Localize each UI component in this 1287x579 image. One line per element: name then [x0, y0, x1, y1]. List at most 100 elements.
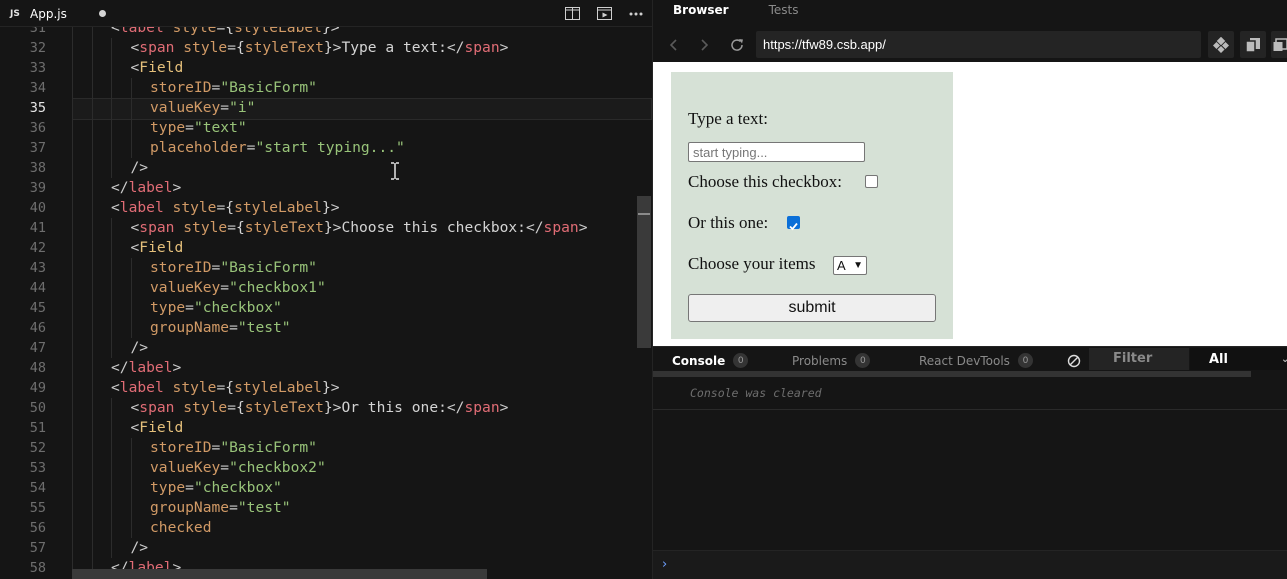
preview-viewport[interactable]: Type a text: Choose this checkbox: Or th… [653, 62, 1287, 346]
code-line[interactable]: 37 placeholder="start typing..." [0, 138, 652, 158]
code-line[interactable]: 41 <span style={styleText}>Choose this ch… [0, 218, 652, 238]
file-tab-app-js[interactable]: JS App.js [0, 0, 118, 27]
tab-react-devtools[interactable]: React DevTools 0 [919, 353, 1033, 368]
indent-guide [91, 138, 93, 158]
checkbox1[interactable] [865, 175, 878, 188]
code-line[interactable]: 50 <span style={styleText}>Or this one:</… [0, 398, 652, 418]
code-token: "start typing..." [255, 139, 405, 156]
code-line[interactable]: 42 <Field [0, 238, 652, 258]
code-area[interactable]: 31 <label style={styleLabel}> 32 <span styl… [0, 18, 652, 579]
code-line[interactable]: 55 groupName="test" [0, 498, 652, 518]
console-horizontal-scrollbar[interactable] [653, 371, 1251, 377]
editor-vertical-scroll-thumb[interactable] [637, 196, 651, 348]
code-token: groupName [150, 319, 230, 336]
indent-guide [72, 118, 73, 138]
code-line[interactable]: 57 /> [0, 538, 652, 558]
clear-console-icon[interactable] [1067, 353, 1081, 368]
indent-guide [72, 378, 73, 398]
code-line[interactable]: 51 <Field [0, 418, 652, 438]
code-token: > [172, 179, 182, 196]
indent-guide [91, 478, 93, 498]
items-select[interactable]: A ▼ [833, 256, 867, 275]
indent-guide [130, 318, 132, 338]
indent-guide [91, 198, 93, 218]
indent-guide [91, 58, 93, 78]
code-token: "checkbox2" [229, 459, 326, 476]
devtools-icon[interactable] [1208, 31, 1234, 58]
code-line[interactable]: 56 checked [0, 518, 652, 538]
code-line[interactable]: 43 storeID="BasicForm" [0, 258, 652, 278]
code-line[interactable]: 48 </label> [0, 358, 652, 378]
indent-guide [91, 238, 93, 258]
code-line[interactable]: 44 valueKey="checkbox1" [0, 278, 652, 298]
indent-guide [72, 78, 73, 98]
code-text: <label style={styleLabel}> [111, 378, 340, 398]
indent-guide [111, 418, 112, 438]
indent-guide [72, 198, 73, 218]
code-token: style [183, 219, 228, 236]
line-number: 44 [29, 280, 46, 296]
code-line[interactable]: 36 type="text" [0, 118, 652, 138]
code-line[interactable]: 45 type="checkbox" [0, 298, 652, 318]
code-token: style [183, 39, 228, 56]
line-number: 42 [29, 240, 46, 256]
code-text: <Field [131, 418, 184, 438]
code-token: "BasicForm" [220, 79, 317, 96]
copy-icon[interactable] [1240, 31, 1266, 58]
code-token: < [130, 59, 140, 76]
forward-icon[interactable] [694, 35, 714, 55]
code-token: { [235, 399, 245, 416]
tab-browser[interactable]: Browser [653, 0, 749, 21]
preview-icon[interactable] [588, 0, 620, 27]
code-line[interactable]: 46 groupName="test" [0, 318, 652, 338]
code-line[interactable]: 32 <span style={styleText}>Type a text:</… [0, 38, 652, 58]
code-line[interactable]: 54 type="checkbox" [0, 478, 652, 498]
code-line[interactable]: 47 /> [0, 338, 652, 358]
console-count-badge: 0 [733, 353, 749, 368]
tab-console[interactable]: Console 0 [672, 353, 749, 368]
indent-guide [72, 438, 73, 458]
more-icon[interactable] [620, 0, 652, 27]
console-filter-input[interactable]: Filter [1089, 348, 1189, 370]
code-line[interactable]: 53 valueKey="checkbox2" [0, 458, 652, 478]
editor-horizontal-scroll-thumb[interactable] [72, 569, 487, 579]
tab-problems[interactable]: Problems 0 [792, 353, 871, 368]
indent-guide [111, 498, 112, 518]
indent-guide [72, 478, 73, 498]
split-editor-icon[interactable] [556, 0, 588, 27]
code-text: groupName="test" [150, 318, 291, 338]
code-token: = [185, 119, 194, 136]
checkbox2[interactable] [787, 216, 800, 231]
code-line[interactable]: 40 <label style={styleLabel}> [0, 198, 652, 218]
code-line[interactable]: 35 valueKey="i" [0, 98, 652, 120]
line-number: 37 [29, 140, 46, 156]
indent-guide [111, 138, 112, 158]
console-input[interactable]: › [653, 550, 1287, 579]
unsaved-dot-icon[interactable] [99, 10, 106, 17]
text-input[interactable] [688, 142, 865, 162]
js-file-icon: JS [10, 8, 20, 19]
tab-tests[interactable]: Tests [749, 0, 819, 21]
code-token: "i" [229, 99, 256, 116]
indent-guide [91, 538, 93, 558]
code-line[interactable]: 34 storeID="BasicForm" [0, 78, 652, 98]
code-line[interactable]: 39 </label> [0, 178, 652, 198]
code-text: valueKey="checkbox1" [150, 278, 326, 298]
back-icon[interactable] [664, 35, 684, 55]
open-new-icon[interactable] [1271, 31, 1287, 58]
code-line[interactable]: 33 <Field [0, 58, 652, 78]
line-number: 51 [29, 420, 46, 436]
code-text: checked [150, 518, 212, 538]
code-line[interactable]: 38 /> [0, 158, 652, 178]
code-token: </ [111, 179, 129, 196]
code-editor[interactable]: 31 <label style={styleLabel}> 32 <span styl… [0, 0, 652, 579]
log-level-select[interactable]: All ⌄ [1190, 348, 1287, 370]
url-bar[interactable]: https://tfw89.csb.app/ [756, 31, 1201, 58]
code-line[interactable]: 52 storeID="BasicForm" [0, 438, 652, 458]
reload-icon[interactable] [727, 35, 747, 55]
submit-button[interactable]: submit [688, 294, 936, 322]
code-line[interactable]: 49 <label style={styleLabel}> [0, 378, 652, 398]
code-token: } [323, 39, 333, 56]
